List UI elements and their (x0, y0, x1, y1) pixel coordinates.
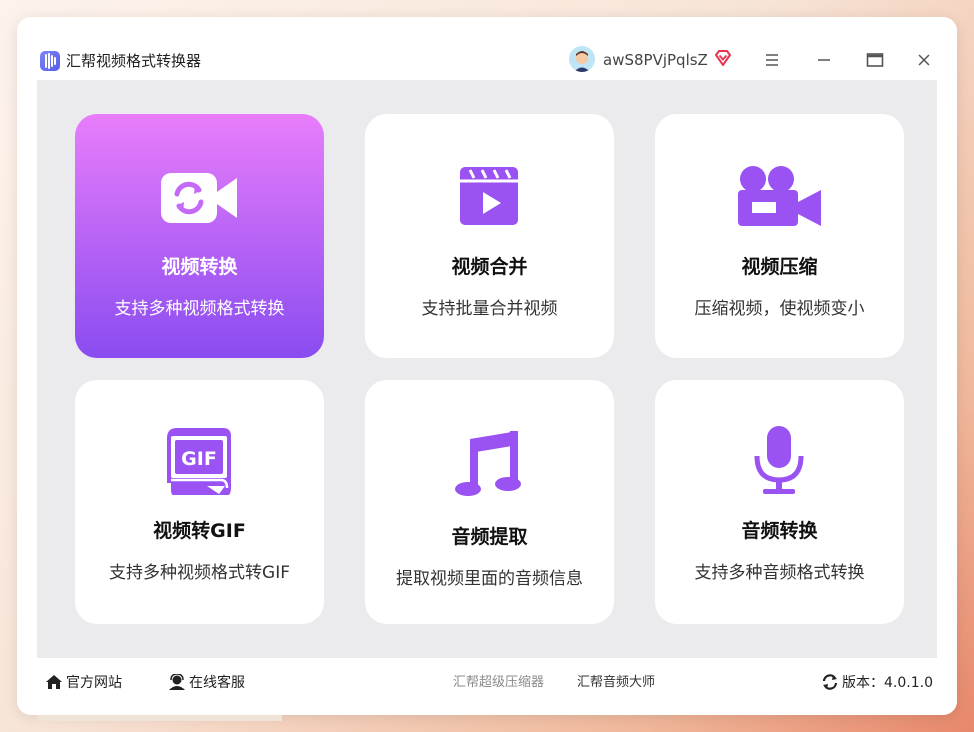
card-video-to-gif[interactable]: GIF 视频转GIF 支持多种视频格式转GIF (75, 380, 324, 624)
card-subtitle: 支持多种视频格式转换 (114, 299, 285, 319)
app-logo-icon (40, 51, 60, 71)
app-title: 汇帮视频格式转换器 (66, 52, 202, 70)
vip-diamond-icon[interactable] (714, 49, 732, 67)
customer-service-icon (169, 673, 185, 690)
video-convert-icon (75, 167, 324, 237)
hamburger-menu-icon[interactable] (762, 52, 782, 68)
online-support-label: 在线客服 (189, 675, 245, 691)
online-support-link[interactable]: 在线客服 (168, 673, 245, 692)
card-subtitle: 支持多种视频格式转GIF (109, 563, 290, 583)
minimize-icon[interactable] (814, 52, 834, 68)
card-subtitle: 压缩视频，使视频变小 (694, 299, 865, 319)
video-clapper-icon (365, 164, 614, 234)
card-video-convert[interactable]: 视频转换 支持多种视频格式转换 (75, 114, 324, 358)
home-icon (46, 675, 62, 689)
app-window: 汇帮视频格式转换器 awS8PVjPqlsZ 视频转换 支持多种视频格式转换 视… (17, 17, 957, 715)
refresh-icon (822, 674, 838, 690)
feature-grid: 视频转换 支持多种视频格式转换 视频合并 支持批量合并视频 视频压缩 压缩视频，… (37, 80, 937, 658)
footer-bar: 官方网站 在线客服 汇帮超级压缩器 汇帮音频大师 版本：4.0.1.0 (17, 658, 957, 715)
svg-text:GIF: GIF (181, 448, 217, 470)
super-compressor-link[interactable]: 汇帮超级压缩器 (453, 674, 544, 692)
card-title: 视频转GIF (153, 520, 246, 542)
card-audio-convert[interactable]: 音频转换 支持多种音频格式转换 (655, 380, 904, 624)
card-title: 视频转换 (161, 256, 238, 278)
username[interactable]: awS8PVjPqlsZ (603, 50, 708, 70)
card-title: 视频合并 (451, 256, 528, 278)
card-subtitle: 支持多种音频格式转换 (694, 563, 865, 583)
card-video-merge[interactable]: 视频合并 支持批量合并视频 (365, 114, 614, 358)
avatar[interactable] (569, 46, 595, 72)
version-label: 版本：4.0.1.0 (842, 675, 933, 691)
microphone-icon (655, 423, 904, 494)
close-icon[interactable] (915, 51, 933, 69)
audio-master-link[interactable]: 汇帮音频大师 (577, 674, 655, 692)
background-strip (37, 715, 282, 721)
card-title: 音频转换 (741, 520, 818, 542)
card-audio-extract[interactable]: 音频提取 提取视频里面的音频信息 (365, 380, 614, 624)
music-note-icon (365, 428, 614, 498)
card-subtitle: 支持批量合并视频 (421, 299, 558, 319)
gif-file-icon: GIF (75, 425, 324, 498)
version-info[interactable]: 版本：4.0.1.0 (821, 674, 933, 692)
card-subtitle: 提取视频里面的音频信息 (396, 569, 583, 589)
title-bar: 汇帮视频格式转换器 awS8PVjPqlsZ (17, 17, 957, 80)
video-camera-icon (655, 161, 904, 231)
card-title: 音频提取 (451, 526, 528, 548)
card-video-compress[interactable]: 视频压缩 压缩视频，使视频变小 (655, 114, 904, 358)
card-title: 视频压缩 (741, 256, 818, 278)
official-website-link[interactable]: 官方网站 (45, 674, 122, 692)
maximize-icon[interactable] (865, 52, 885, 68)
official-website-label: 官方网站 (66, 675, 122, 691)
